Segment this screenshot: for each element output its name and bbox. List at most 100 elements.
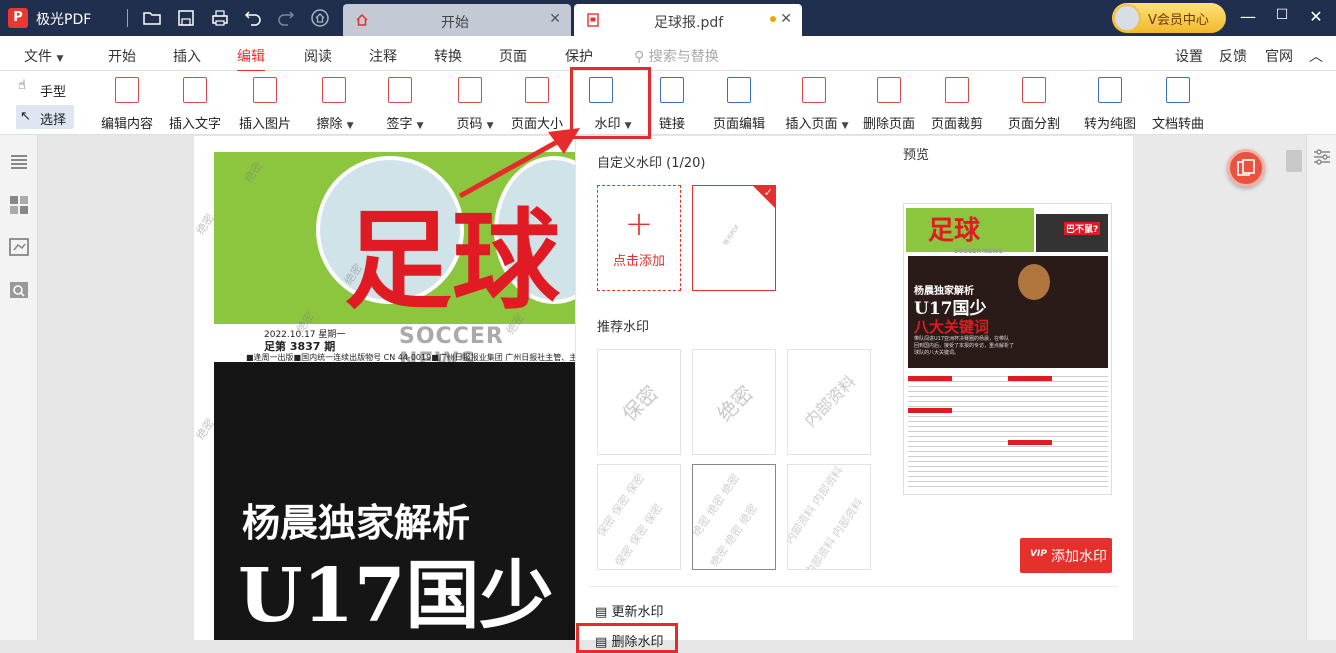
convert-curves-button[interactable]: 文档转曲 <box>1149 73 1207 133</box>
close-icon[interactable]: ✕ <box>549 11 561 27</box>
watermark-preset[interactable]: 绝密 <box>692 349 776 455</box>
pdf-page: 足球 2022.10.17 星期一 足第 3837 期 SOCCER NEWS … <box>194 128 614 640</box>
menu-website[interactable]: 官网 <box>1265 46 1293 66</box>
page-size-button[interactable]: 页面大小 <box>508 73 566 133</box>
search-panel-icon[interactable] <box>9 280 29 300</box>
signature-icon <box>388 77 412 103</box>
minimize-icon[interactable]: — <box>1238 7 1258 26</box>
preview-section-mark <box>1008 376 1052 381</box>
divider <box>588 586 1118 587</box>
title-divider <box>127 9 128 27</box>
add-custom-label: 点击添加 <box>612 254 665 269</box>
preview-lead: 带队闯进U17亚洲杯决赛圈的杨晨，在带队回到国内后，接受了本报的专访，重点解析了… <box>914 336 1015 356</box>
close-icon[interactable]: ✕ <box>780 11 792 27</box>
split-page-button[interactable]: 页面分割 <box>1005 73 1063 133</box>
update-watermark-item[interactable]: ▤ 更新水印 <box>595 601 663 620</box>
search-icon: ⚲ <box>634 49 645 65</box>
annotation-list-icon[interactable] <box>9 237 29 257</box>
thumbnail-icon[interactable] <box>9 195 29 215</box>
menu-protect[interactable]: 保护 <box>565 46 593 66</box>
open-folder-icon[interactable] <box>142 8 162 28</box>
preview-banner: 巴不鼠? <box>1064 222 1101 235</box>
menu-page[interactable]: 页面 <box>499 46 527 66</box>
to-image-button[interactable]: 转为纯图 <box>1081 73 1139 133</box>
avatar[interactable] <box>1113 4 1141 32</box>
floating-convert-button[interactable] <box>1227 149 1265 187</box>
insert-page-button[interactable]: 插入页面 ▼ <box>782 73 852 133</box>
split-icon <box>1022 77 1046 103</box>
home-tab-icon <box>356 13 368 26</box>
preview-title-text: 足球 <box>928 216 981 246</box>
save-icon[interactable] <box>176 8 196 28</box>
menu-feedback[interactable]: 反馈 <box>1219 46 1247 66</box>
page-edit-button[interactable]: 页面编辑 <box>710 73 768 133</box>
crop-icon <box>945 77 969 103</box>
pdf-file-icon <box>587 13 599 27</box>
unsaved-dot <box>770 16 776 22</box>
link-icon <box>660 77 684 103</box>
menu-convert[interactable]: 转换 <box>434 46 462 66</box>
print-icon[interactable] <box>210 8 230 28</box>
preview-image: 足球 SOCCER NEWS 巴不鼠? 杨晨独家解析 U17国少 八大关键词 带… <box>903 203 1112 495</box>
menu-file-label: 文件 <box>24 49 52 65</box>
menu-insert[interactable]: 插入 <box>173 46 201 66</box>
select-tool[interactable]: ↖ 选择 <box>16 105 74 129</box>
crop-page-label: 页面裁剪 <box>930 117 983 132</box>
vip-badge: VIP <box>1030 549 1047 559</box>
tab-start[interactable]: 开始 ✕ <box>343 4 571 36</box>
menu-annotate[interactable]: 注释 <box>369 46 397 66</box>
add-custom-watermark[interactable]: + 点击添加 <box>597 185 681 291</box>
checkmark-icon: ✓ <box>763 186 773 199</box>
page-edit-label: 页面编辑 <box>712 117 765 132</box>
link-button[interactable]: 链接 <box>654 73 690 133</box>
home-icon[interactable] <box>310 8 330 28</box>
insert-image-label: 插入图片 <box>238 117 291 132</box>
watermark-preset[interactable]: 绝密 绝密 绝密 绝密 绝密 绝密 <box>692 464 776 570</box>
undo-icon[interactable] <box>243 8 263 28</box>
collapse-ribbon-icon[interactable]: ︿ <box>1309 46 1323 66</box>
menu-edit[interactable]: 编辑 <box>237 46 265 72</box>
watermark-preset[interactable]: 保密 <box>597 349 681 455</box>
delete-page-button[interactable]: 删除页面 <box>860 73 918 133</box>
menu-settings[interactable]: 设置 <box>1175 46 1203 66</box>
convert-icon <box>1237 159 1255 176</box>
add-watermark-button[interactable]: VIP 添加水印 <box>1020 538 1112 573</box>
insert-text-button[interactable]: 插入文字 <box>166 73 224 133</box>
update-watermark-label: 更新水印 <box>611 605 664 620</box>
hand-icon: ☝ <box>18 78 26 93</box>
hand-tool[interactable]: ☝ 手型 <box>16 77 76 100</box>
tab-document[interactable]: 足球报.pdf ✕ <box>574 4 802 36</box>
edit-content-icon <box>115 77 139 103</box>
image-icon <box>253 77 277 103</box>
preview-section-mark <box>908 376 952 381</box>
page-number-button[interactable]: 页码 ▼ <box>450 73 500 133</box>
add-watermark-label: 添加水印 <box>1051 549 1107 565</box>
crop-page-button[interactable]: 页面裁剪 <box>928 73 986 133</box>
custom-watermark-thumb[interactable]: ✓ 极光PDF <box>692 185 776 291</box>
scrollbar-thumb[interactable] <box>1286 150 1302 172</box>
menu-file[interactable]: 文件 ▼ <box>24 46 63 66</box>
menu-start[interactable]: 开始 <box>108 46 136 66</box>
watermark-preset[interactable]: 保密 保密 保密 保密 保密 保密 <box>597 464 681 570</box>
edit-content-label: 编辑内容 <box>100 117 153 132</box>
outline-icon[interactable] <box>9 152 29 172</box>
member-center-button[interactable]: V会员中心 <box>1112 3 1226 33</box>
page-number-icon <box>458 77 482 103</box>
watermark-preset[interactable]: 内部资料 <box>787 349 871 455</box>
preview-headline-3: 八大关键词 <box>914 318 990 336</box>
preset-text: 绝密 <box>712 380 758 427</box>
sign-button[interactable]: 签字 ▼ <box>380 73 430 133</box>
insert-image-button[interactable]: 插入图片 <box>236 73 294 133</box>
watermark-preset[interactable]: 内部资料 内部资料 内部资料 内部资料 <box>787 464 871 570</box>
menu-read[interactable]: 阅读 <box>304 46 332 66</box>
ribbon-toolbar: ☝ 手型 ↖ 选择 编辑内容 插入文字 插入图片 擦除 ▼ 签字 ▼ 页码 ▼ 页面… <box>0 71 1336 135</box>
search-input[interactable]: ⚲ 搜索与替换 <box>634 46 719 66</box>
erase-button[interactable]: 擦除 ▼ <box>310 73 360 133</box>
edit-content-button[interactable]: 编辑内容 <box>98 73 156 133</box>
highlight-delete-watermark <box>576 623 678 653</box>
window-close-icon[interactable]: ✕ <box>1306 7 1326 26</box>
right-panel-strip <box>1306 135 1336 640</box>
properties-icon[interactable] <box>1312 147 1332 167</box>
redo-icon[interactable] <box>276 8 296 28</box>
maximize-icon[interactable]: ☐ <box>1272 7 1292 23</box>
